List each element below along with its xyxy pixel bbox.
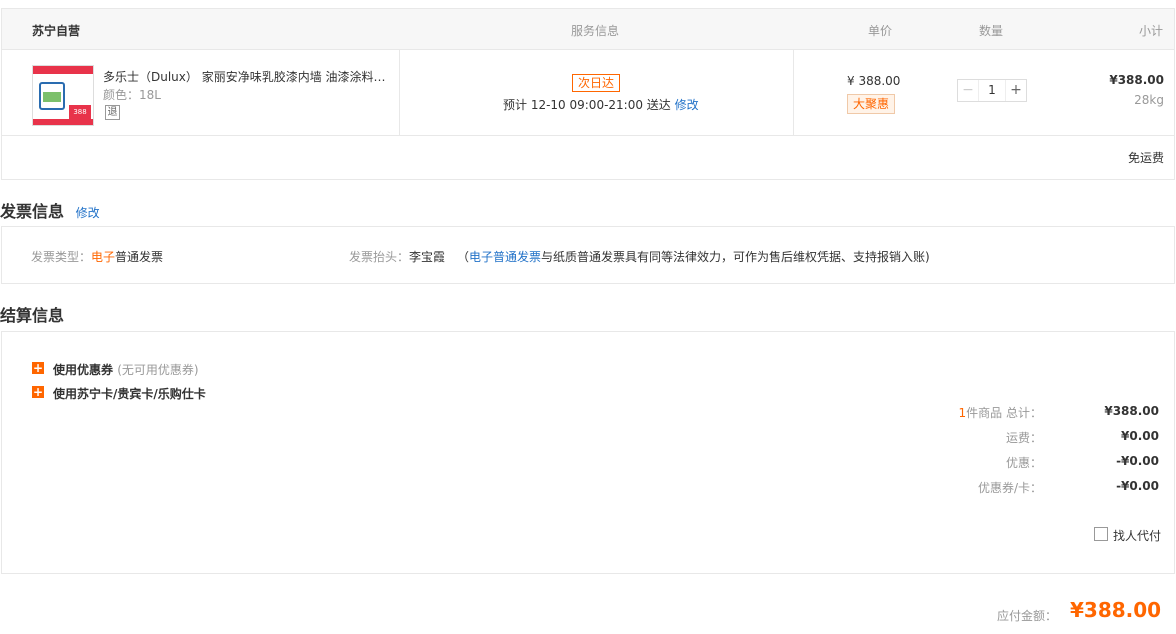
summary-total-label: 1件商品 总计：: [959, 404, 1042, 421]
expand-card-icon[interactable]: +: [32, 386, 44, 398]
use-card-option[interactable]: 使用苏宁卡/贵宾卡/乐购仕卡: [53, 385, 206, 402]
order-table-header: 苏宁自营 服务信息 单价 数量 小计: [2, 9, 1174, 50]
thumbnail-price-tag: 388: [69, 105, 91, 119]
invoice-section-title: 发票信息 修改: [0, 198, 100, 222]
use-coupon-sub: (无可用优惠券): [117, 363, 199, 377]
qty-plus-button[interactable]: +: [1006, 80, 1026, 101]
summary-total-value: ¥388.00: [1104, 404, 1159, 418]
payable-label: 应付金额：: [997, 609, 1058, 623]
shipping-note: 免运费: [1127, 151, 1164, 165]
invoice-header-value: 李宝霞: [409, 250, 446, 264]
summary-total-text: 件商品 总计：: [966, 406, 1042, 420]
invoice-type-label: 发票类型：: [31, 250, 92, 264]
summary-shipping-label: 运费：: [1005, 431, 1042, 445]
unit-price: ¥ 388.00: [847, 74, 901, 88]
product-thumbnail[interactable]: 388: [32, 65, 94, 126]
return-badge: 退: [105, 105, 120, 120]
delivery-edit-link[interactable]: 修改: [675, 98, 699, 112]
promo-badge: 大聚惠: [847, 94, 896, 114]
proxy-pay-label[interactable]: 找人代付: [1113, 527, 1161, 544]
proxy-pay-checkbox[interactable]: [1094, 527, 1108, 541]
column-divider: [399, 50, 400, 136]
invoice-note-link[interactable]: 电子普通发票: [469, 250, 541, 264]
invoice-type: 发票类型：电子普通发票: [31, 248, 163, 265]
summary-coupon-label: 优惠券/卡：: [977, 481, 1042, 495]
product-title[interactable]: 多乐士（Dulux） 家丽安净味乳胶漆内墙 油漆涂料 ...: [103, 68, 388, 85]
thumbnail-footer: [33, 119, 93, 125]
payable-amount: ¥388.00: [1070, 598, 1162, 622]
summary-shipping-value: ¥0.00: [1121, 429, 1159, 443]
next-day-delivery-tag: 次日达: [572, 74, 621, 92]
column-divider: [793, 50, 794, 136]
use-card-label: 使用苏宁卡/贵宾卡/乐购仕卡: [53, 387, 206, 401]
header-qty: 数量: [979, 24, 1004, 38]
invoice-box: 发票类型：电子普通发票 发票抬头：李宝霞 （电子普通发票与纸质普通发票具有同等法…: [1, 226, 1175, 284]
use-coupon-label: 使用优惠券: [53, 363, 114, 377]
header-subtotal: 小计: [1138, 24, 1163, 38]
invoice-header-label: 发票抬头：: [349, 250, 410, 264]
invoice-note-text: 与纸质普通发票具有同等法律效力，可作为售后维权凭据、支持报销入账): [541, 250, 930, 264]
summary-discount-value: -¥0.00: [1116, 454, 1159, 468]
store-name: 苏宁自营: [32, 24, 81, 38]
expand-coupon-icon[interactable]: +: [32, 362, 44, 374]
thumbnail-banner: [33, 66, 93, 74]
invoice-note-open: （: [457, 250, 470, 264]
invoice-type-highlight: 电子: [91, 250, 116, 264]
use-coupon-option[interactable]: 使用优惠券 (无可用优惠券): [53, 361, 199, 378]
order-item-row: 388 多乐士（Dulux） 家丽安净味乳胶漆内墙 油漆涂料 ... 颜色：18…: [2, 50, 1174, 136]
quantity-stepper: − 1 +: [957, 79, 1027, 102]
product-color: 颜色：18L: [103, 88, 161, 102]
header-service: 服务信息: [571, 24, 620, 38]
invoice-note: （电子普通发票与纸质普通发票具有同等法律效力，可作为售后维权凭据、支持报销入账): [457, 248, 930, 265]
invoice-type-value: 普通发票: [115, 250, 164, 264]
item-weight: 28kg: [1134, 93, 1164, 107]
qty-value[interactable]: 1: [978, 80, 1006, 101]
item-subtotal: ¥388.00: [1109, 73, 1164, 87]
delivery-text: 预计 12-10 09:00-21:00 送达: [503, 98, 671, 112]
invoice-edit-link[interactable]: 修改: [76, 206, 100, 220]
summary-discount-label: 优惠：: [1005, 456, 1042, 470]
qty-minus-button[interactable]: −: [958, 80, 978, 101]
settlement-box: + 使用优惠券 (无可用优惠券) + 使用苏宁卡/贵宾卡/乐购仕卡 1件商品 总…: [1, 331, 1175, 574]
order-table: 苏宁自营 服务信息 单价 数量 小计 388 多乐士（Dulux） 家丽安净味乳…: [1, 8, 1175, 180]
paint-bucket-icon: [39, 82, 65, 110]
delivery-estimate: 预计 12-10 09:00-21:00 送达 修改: [503, 96, 699, 113]
header-price: 单价: [868, 24, 893, 38]
summary-coupon-value: -¥0.00: [1116, 479, 1159, 493]
invoice-header: 发票抬头：李宝霞: [349, 248, 445, 265]
settlement-section-title: 结算信息: [0, 306, 65, 325]
invoice-title: 发票信息: [0, 202, 65, 221]
